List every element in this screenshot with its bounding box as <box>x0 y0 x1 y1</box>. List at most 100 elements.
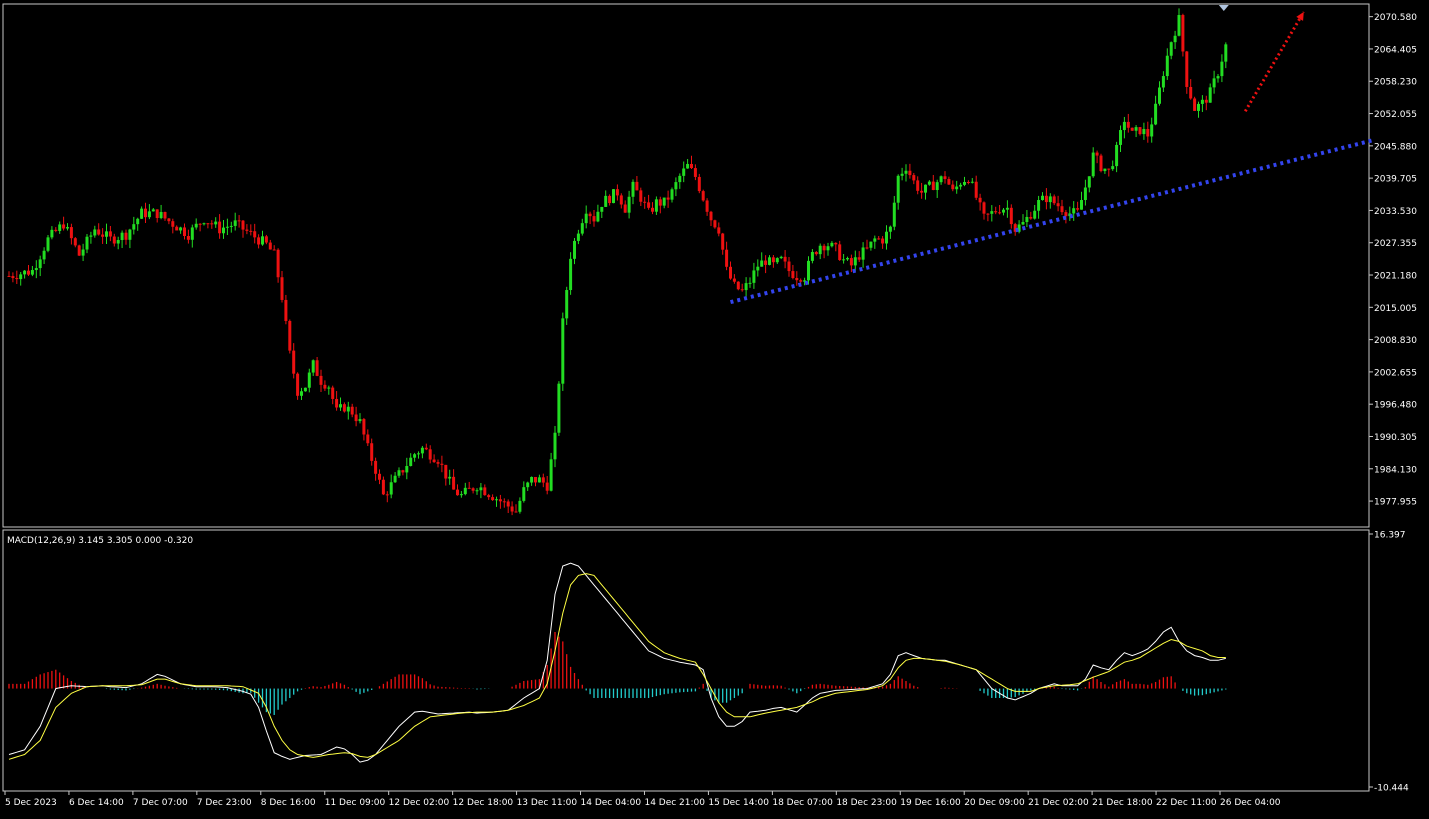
candle-body <box>787 261 791 272</box>
candle-body <box>370 443 374 461</box>
candle-body <box>89 235 93 237</box>
candle-body <box>565 290 569 319</box>
candle-body <box>1208 87 1212 103</box>
candle-body <box>1072 208 1076 214</box>
price-tick-label: 1977.955 <box>1374 498 1417 508</box>
candle-body <box>1021 222 1025 225</box>
candle-body <box>179 227 183 231</box>
candle-body <box>144 208 147 218</box>
candle-body <box>268 242 272 250</box>
candle-body <box>253 231 257 238</box>
candle-body <box>518 500 522 512</box>
candle-body <box>249 230 253 232</box>
candle-body <box>233 220 237 226</box>
time-tick-label: 19 Dec 16:00 <box>900 798 961 808</box>
candle-body <box>327 387 331 389</box>
candle-body <box>881 238 885 244</box>
time-tick-label: 14 Dec 21:00 <box>644 798 705 808</box>
candle-body <box>1095 152 1099 156</box>
candle-body <box>448 476 452 479</box>
candle-body <box>38 259 42 269</box>
candle-body <box>34 268 38 271</box>
candle-body <box>693 168 697 177</box>
candle-body <box>635 181 639 191</box>
candle-body <box>136 218 140 225</box>
candle-body <box>690 163 693 169</box>
candle-body <box>791 271 795 279</box>
candle-body <box>1173 35 1177 43</box>
candle-body <box>229 225 233 227</box>
time-tick-label: 12 Dec 02:00 <box>389 798 450 808</box>
candle-body <box>261 236 264 245</box>
candle-body <box>771 257 775 263</box>
candle-body <box>764 260 768 265</box>
candle-body <box>401 470 405 473</box>
candle-body <box>888 226 892 232</box>
candle-body <box>717 227 721 234</box>
candle-body <box>721 233 725 250</box>
candle-body <box>342 404 346 412</box>
candle-body <box>654 199 658 212</box>
candle-body <box>1130 127 1134 131</box>
candle-body <box>619 195 623 205</box>
candle-body <box>807 260 810 281</box>
candle-body <box>11 276 15 279</box>
price-tick-label: 2027.355 <box>1374 239 1417 249</box>
candle-body <box>713 220 717 228</box>
time-tick-label: 7 Dec 23:00 <box>197 798 252 808</box>
candle-body <box>1091 152 1095 177</box>
candle-body <box>783 256 787 262</box>
candle-body <box>658 199 662 206</box>
price-tick-label: 2002.655 <box>1374 368 1417 378</box>
candle-body <box>1150 124 1154 137</box>
candle-body <box>779 256 783 259</box>
candle-body <box>795 278 799 281</box>
time-tick-label: 8 Dec 16:00 <box>261 798 316 808</box>
time-tick-label: 18 Dec 23:00 <box>836 798 897 808</box>
candle-body <box>573 240 576 259</box>
candle-body <box>116 240 120 244</box>
candle-body <box>553 432 557 460</box>
candle-body <box>931 181 935 191</box>
candle-body <box>510 506 514 512</box>
candle-body <box>428 449 432 460</box>
candle-body <box>444 464 448 479</box>
price-tick-label: 1984.130 <box>1374 465 1417 475</box>
candle-body <box>810 252 814 261</box>
candle-body <box>237 220 241 222</box>
candle-body <box>853 257 857 266</box>
candle-body <box>331 387 335 399</box>
candle-body <box>748 282 752 284</box>
candle-body <box>1064 212 1068 217</box>
candle-body <box>974 181 978 198</box>
candle-body <box>842 259 846 261</box>
candle-body <box>1204 99 1208 103</box>
candle-body <box>604 195 608 207</box>
time-tick-label: 21 Dec 02:00 <box>1028 798 1089 808</box>
candle-body <box>50 229 54 238</box>
price-tick-label: 1996.480 <box>1374 401 1417 411</box>
chart-canvas[interactable]: 2070.580 2064.405 2058.230 2052.055 2045.880… <box>0 0 1429 815</box>
candle-body <box>452 476 456 490</box>
candle-body <box>1052 196 1056 204</box>
candle-body <box>284 299 288 321</box>
candle-body <box>506 501 510 507</box>
candle-body <box>615 189 619 196</box>
candle-body <box>23 270 27 275</box>
candle-body <box>682 168 686 176</box>
candle-body <box>77 245 81 256</box>
candle-body <box>1083 187 1087 201</box>
candle-body <box>970 181 974 183</box>
candle-body <box>54 229 58 231</box>
candle-body <box>986 213 990 215</box>
candle-body <box>292 350 296 374</box>
candle-body <box>272 249 276 251</box>
candle-body <box>1216 76 1220 79</box>
candle-body <box>1048 196 1052 203</box>
candle-body <box>978 197 982 203</box>
candle-body <box>908 170 912 176</box>
candle-body <box>939 176 943 183</box>
candle-body <box>818 245 822 255</box>
candle-body <box>128 229 132 240</box>
candle-body <box>1154 103 1158 125</box>
